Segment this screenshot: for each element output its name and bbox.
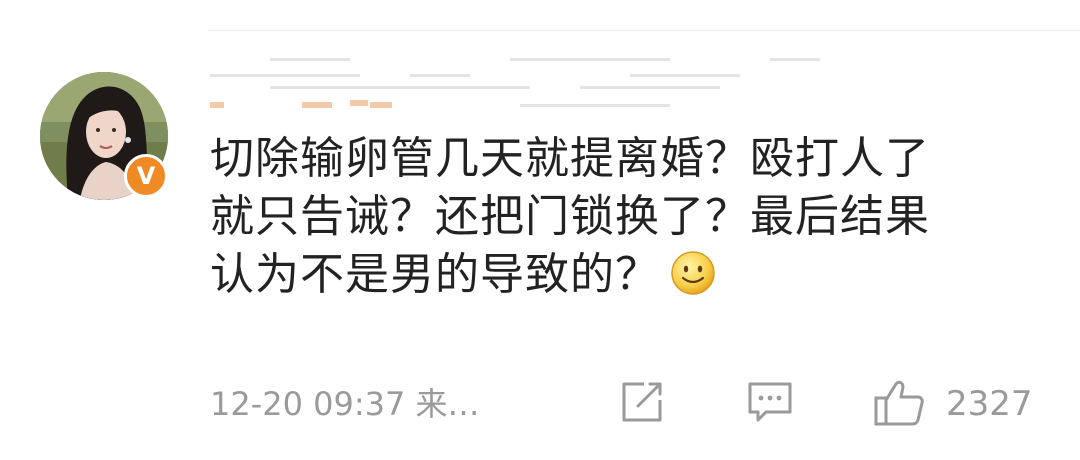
edit-share-icon[interactable] [618,378,666,426]
verified-badge: V [124,154,168,198]
blurred-username [210,50,820,120]
smile-emoji-icon [671,251,715,295]
like-count: 2327 [946,384,1033,424]
comment-line-last: 认为不是男的导致的？ [210,246,1060,304]
comment-text: 切除输卵管几天就提离婚？殴打人了 就只告诫？还把门锁换了？最后结果 认为不是男的… [210,130,1060,304]
comment-icon[interactable] [744,378,796,426]
top-divider [208,30,1080,31]
comment-line: 切除输卵管几天就提离婚？殴打人了 [210,133,930,184]
comment-line-text: 认为不是男的导致的？ [210,249,660,300]
thumbs-up-icon[interactable] [872,378,926,428]
comment-line: 就只告诫？还把门锁换了？最后结果 [210,191,930,242]
comment-timestamp: 12-20 09:37 来… [210,385,480,423]
